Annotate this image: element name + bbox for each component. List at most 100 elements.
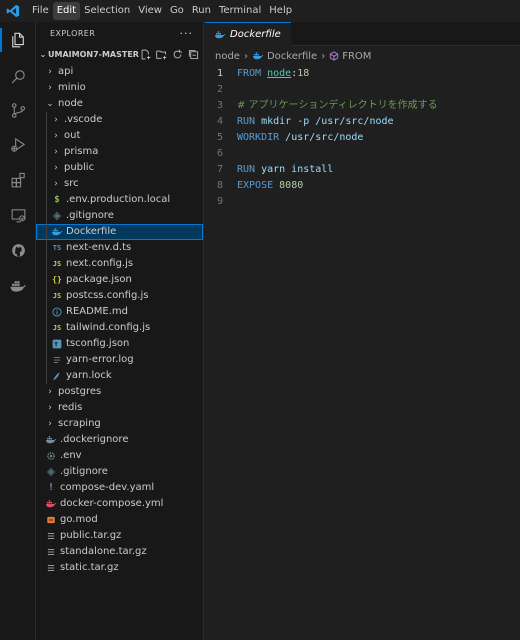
breadcrumb-item-node[interactable]: node: [215, 51, 240, 62]
tree-item-label: go.mod: [60, 514, 98, 525]
explorer-files-icon[interactable]: [0, 24, 36, 56]
tree-item-label: tailwind.config.js: [66, 322, 151, 333]
remote-explorer-icon[interactable]: [0, 199, 36, 231]
tree-folder[interactable]: › scraping: [36, 416, 203, 432]
tree-folder[interactable]: › minio: [36, 80, 203, 96]
indent-guide: [46, 240, 47, 256]
menu-file[interactable]: File: [28, 2, 53, 20]
tree-file[interactable]: ! compose-dev.yaml: [36, 480, 203, 496]
tree-file[interactable]: Dockerfile: [36, 224, 203, 240]
collapse-all-icon[interactable]: [188, 49, 199, 60]
github-icon[interactable]: [0, 234, 36, 266]
chevron-right-icon: ›: [54, 131, 58, 141]
indent-guide: [46, 336, 47, 352]
tree-file[interactable]: static.tar.gz: [36, 560, 203, 576]
code-line[interactable]: 3 # アプリケーションディレクトリを作成する: [205, 98, 520, 114]
tree-item-label: .env.production.local: [66, 194, 171, 205]
tree-file[interactable]: docker-compose.yml: [36, 496, 203, 512]
refresh-icon[interactable]: [172, 49, 183, 60]
code-line[interactable]: 9: [205, 194, 520, 210]
tree-item-label: yarn-error.log: [66, 354, 134, 365]
tree-file[interactable]: go.mod: [36, 512, 203, 528]
breadcrumb: node › Dockerfile › FROM: [205, 46, 520, 66]
line-content: FROM node:18: [237, 66, 309, 82]
docker-compose-file-icon: [44, 499, 58, 509]
code-line[interactable]: 5 WORKDIR /usr/src/node: [205, 130, 520, 146]
code-line[interactable]: 6: [205, 146, 520, 162]
menu-selection[interactable]: Selection: [80, 2, 134, 20]
code-line[interactable]: 4 RUN mkdir -p /usr/src/node: [205, 114, 520, 130]
chevron-right-icon: ›: [54, 163, 58, 173]
code-line[interactable]: 8 EXPOSE 8080: [205, 178, 520, 194]
code-line[interactable]: 2: [205, 82, 520, 98]
line-content: RUN mkdir -p /usr/src/node: [237, 114, 394, 130]
code-line[interactable]: 7 RUN yarn install: [205, 162, 520, 178]
log-file-icon: [50, 355, 64, 365]
tree-item-label: redis: [58, 402, 83, 413]
chevron-right-icon: ›: [48, 419, 52, 429]
env-file-icon: $: [54, 195, 60, 205]
docker-icon[interactable]: [0, 270, 36, 302]
run-debug-icon[interactable]: [0, 128, 36, 160]
tree-folder[interactable]: › api: [36, 64, 203, 80]
tree-item-label: .dockerignore: [60, 434, 129, 445]
menu-run[interactable]: Run: [188, 2, 215, 20]
tab-dockerfile[interactable]: Dockerfile: [205, 22, 291, 46]
readme-info-icon: [50, 307, 64, 317]
workspace-folder-header[interactable]: ⌄ UMAIMON7-MASTER: [36, 44, 203, 64]
tree-folder[interactable]: › prisma: [36, 144, 203, 160]
code-line[interactable]: 1 FROM node:18: [205, 66, 520, 82]
git-file-icon: [50, 211, 64, 221]
tree-item-label: src: [64, 178, 79, 189]
tree-folder[interactable]: › out: [36, 128, 203, 144]
tree-folder[interactable]: ⌄ node: [36, 96, 203, 112]
breadcrumb-item-symbol[interactable]: FROM: [342, 51, 371, 62]
menu-edit[interactable]: Edit: [52, 2, 81, 20]
breadcrumb-item-dockerfile[interactable]: Dockerfile: [267, 51, 317, 62]
tree-file[interactable]: .env: [36, 448, 203, 464]
new-file-icon[interactable]: [140, 49, 151, 60]
menu-help[interactable]: Help: [265, 2, 296, 20]
code-editor[interactable]: 1 FROM node:18 2 3 # アプリケーションディレクトリを作成する 4 RUN…: [205, 66, 520, 210]
menu-terminal[interactable]: Terminal: [215, 2, 265, 20]
tree-folder[interactable]: › public: [36, 160, 203, 176]
file-tree: › api › minio ⌄ node › .vscode › out › prisma › publi…: [36, 64, 203, 576]
tree-file[interactable]: standalone.tar.gz: [36, 544, 203, 560]
tree-file[interactable]: JS postcss.config.js: [36, 288, 203, 304]
tree-file[interactable]: {} package.json: [36, 272, 203, 288]
new-folder-icon[interactable]: [156, 49, 167, 60]
tree-file[interactable]: .dockerignore: [36, 432, 203, 448]
tree-file[interactable]: JS next.config.js: [36, 256, 203, 272]
code-token: yarn install: [255, 164, 334, 175]
more-actions-button[interactable]: ···: [180, 27, 194, 40]
menu-go[interactable]: Go: [166, 2, 188, 20]
search-icon[interactable]: [0, 60, 36, 92]
tree-file[interactable]: JS tailwind.config.js: [36, 320, 203, 336]
tree-file[interactable]: .gitignore: [36, 464, 203, 480]
tree-folder[interactable]: › postgres: [36, 384, 203, 400]
tree-folder[interactable]: › src: [36, 176, 203, 192]
tree-file[interactable]: README.md: [36, 304, 203, 320]
tree-file[interactable]: $ .env.production.local: [36, 192, 203, 208]
tree-file[interactable]: TS next-env.d.ts: [36, 240, 203, 256]
tree-file[interactable]: .gitignore: [36, 208, 203, 224]
tree-file[interactable]: tsconfig.json: [36, 336, 203, 352]
extensions-icon[interactable]: [0, 164, 36, 196]
tree-item-label: out: [64, 130, 81, 141]
tree-folder[interactable]: › .vscode: [36, 112, 203, 128]
docker-file-icon: [252, 51, 264, 61]
menu-view[interactable]: View: [134, 2, 166, 20]
chevron-right-icon: ›: [48, 387, 52, 397]
tree-item-label: .gitignore: [66, 210, 114, 221]
tree-file[interactable]: public.tar.gz: [36, 528, 203, 544]
code-token: 18: [297, 68, 310, 79]
tree-item-label: public: [64, 162, 95, 173]
tree-file[interactable]: yarn-error.log: [36, 352, 203, 368]
vscode-logo-icon: [2, 0, 24, 22]
indent-guide: [46, 368, 47, 384]
tree-file[interactable]: yarn.lock: [36, 368, 203, 384]
indent-guide: [46, 128, 47, 144]
tree-folder[interactable]: › redis: [36, 400, 203, 416]
line-number: 8: [216, 180, 223, 191]
source-control-icon[interactable]: [0, 94, 36, 126]
